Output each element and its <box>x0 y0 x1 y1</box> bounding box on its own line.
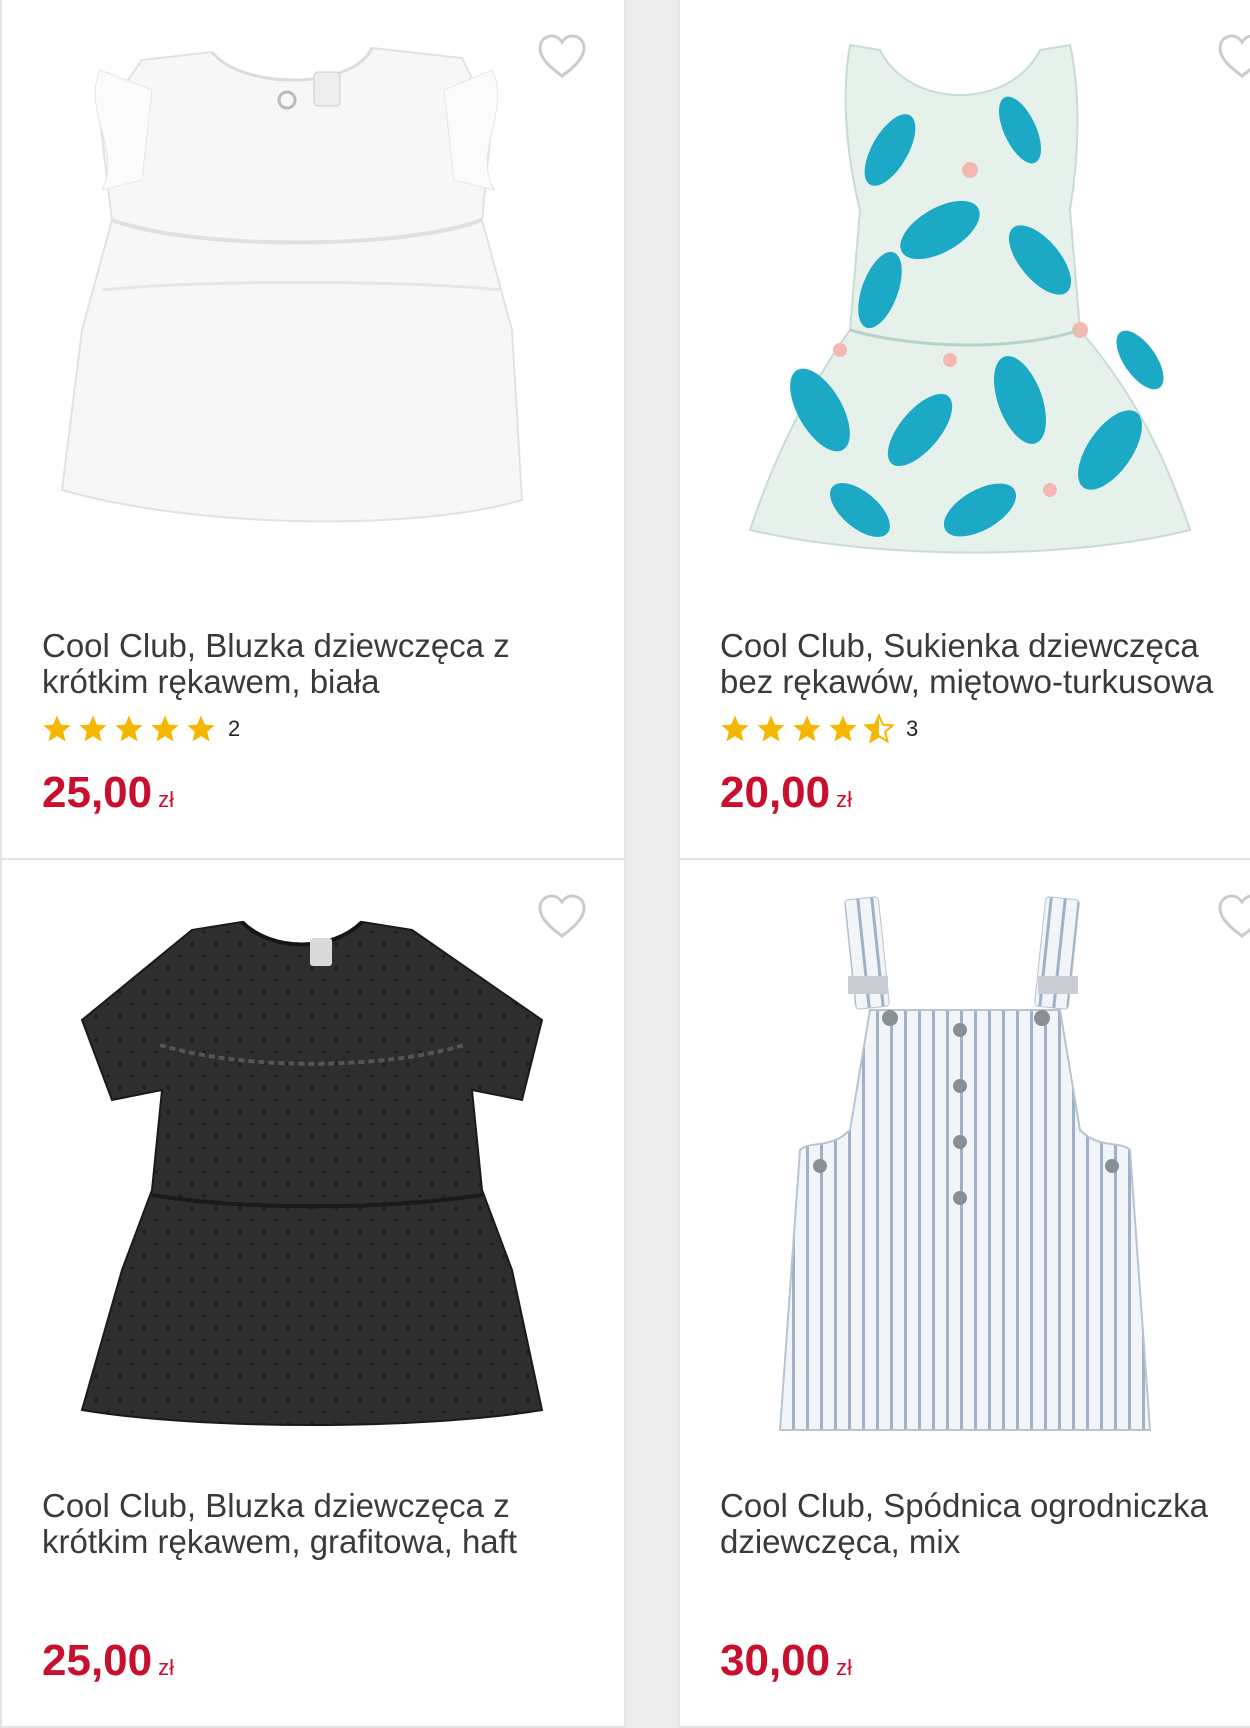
price-currency: zł <box>158 787 174 812</box>
graphite-blouse-image[interactable] <box>42 890 582 1450</box>
price-amount: 25,00 <box>42 768 153 817</box>
product-card-mint-dress[interactable]: Cool Club, Sukienka dziewczęca bez rękaw… <box>678 0 1250 860</box>
price-amount: 25,00 <box>42 1636 153 1685</box>
product-grid: Cool Club, Bluzka dziewczęca z krótkim r… <box>0 0 1250 1728</box>
product-title-line2: bez rękawów, miętowo-turkusowa <box>720 663 1214 700</box>
star-icon <box>187 715 215 742</box>
heart-icon[interactable] <box>1216 892 1250 940</box>
half-star-icon <box>864 714 894 743</box>
heart-icon[interactable] <box>1216 32 1250 80</box>
product-price: 25,00 zł <box>42 768 174 818</box>
product-title-line1: Cool Club, Bluzka dziewczęca z <box>42 1487 510 1524</box>
price-currency: zł <box>836 1655 852 1680</box>
star-icon <box>757 715 785 742</box>
price-currency: zł <box>836 787 852 812</box>
product-title-line2: krótkim rękawem, biała <box>42 663 380 700</box>
product-title-line1: Cool Club, Sukienka dziewczęca <box>720 627 1199 664</box>
product-card-white-blouse[interactable]: Cool Club, Bluzka dziewczęca z krótkim r… <box>0 0 626 860</box>
product-card-striped-pinafore[interactable]: Cool Club, Spódnica ogrodniczka dziewczę… <box>678 858 1250 1728</box>
product-card-graphite-blouse[interactable]: Cool Club, Bluzka dziewczęca z krótkim r… <box>0 858 626 1728</box>
price-amount: 20,00 <box>720 768 831 817</box>
heart-icon[interactable] <box>536 892 588 940</box>
product-title[interactable]: Cool Club, Spódnica ogrodniczka dziewczę… <box>720 1488 1250 1560</box>
product-title-line1: Cool Club, Bluzka dziewczęca z <box>42 627 510 664</box>
product-title-line1: Cool Club, Spódnica ogrodniczka <box>720 1487 1208 1524</box>
product-title-line2: dziewczęca, mix <box>720 1523 961 1560</box>
star-icon <box>793 715 821 742</box>
rating-count: 3 <box>906 716 919 741</box>
striped-pinafore-image[interactable] <box>720 890 1240 1450</box>
mint-dress-image[interactable] <box>720 30 1240 590</box>
star-icon <box>115 715 143 742</box>
price-currency: zł <box>158 1655 174 1680</box>
product-title[interactable]: Cool Club, Sukienka dziewczęca bez rękaw… <box>720 628 1250 700</box>
product-rating: 2 <box>42 712 240 746</box>
product-title-line2: krótkim rękawem, grafitowa, haft <box>42 1523 517 1560</box>
product-price: 30,00 zł <box>720 1636 852 1686</box>
product-title[interactable]: Cool Club, Bluzka dziewczęca z krótkim r… <box>42 1488 602 1560</box>
star-icon <box>829 715 857 742</box>
product-rating: 3 <box>720 712 918 746</box>
product-price: 25,00 zł <box>42 1636 174 1686</box>
rating-count: 2 <box>228 716 241 741</box>
price-amount: 30,00 <box>720 1636 831 1685</box>
star-icon <box>43 715 71 742</box>
heart-icon[interactable] <box>536 32 588 80</box>
star-icon <box>79 715 107 742</box>
product-title[interactable]: Cool Club, Bluzka dziewczęca z krótkim r… <box>42 628 602 700</box>
star-icon <box>721 715 749 742</box>
star-icon <box>151 715 179 742</box>
white-blouse-image[interactable] <box>42 30 582 590</box>
product-price: 20,00 zł <box>720 768 852 818</box>
